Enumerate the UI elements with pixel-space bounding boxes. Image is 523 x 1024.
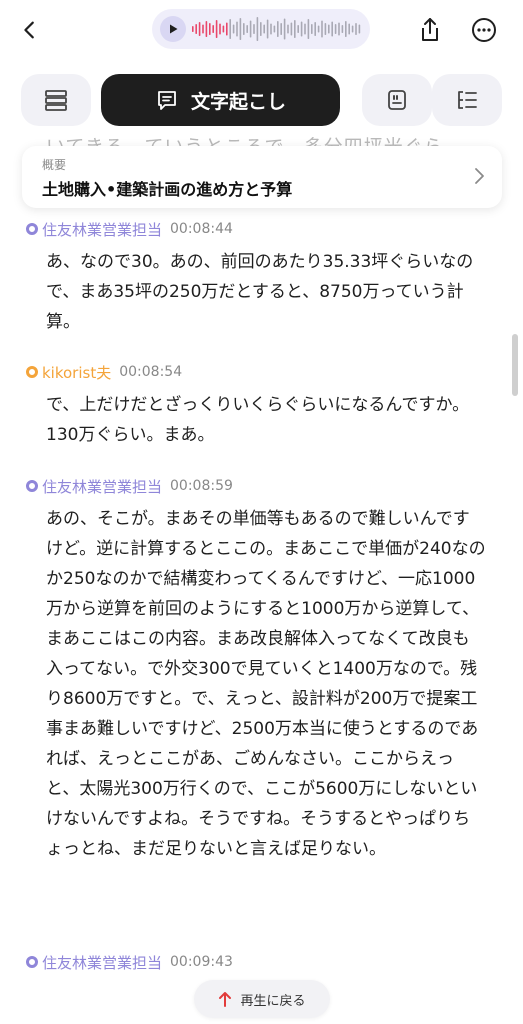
more-button[interactable] (466, 12, 502, 48)
speaker-line[interactable]: 住友林業営業担当 00:08:59 (26, 476, 233, 496)
speaker-name: 住友林業営業担当 (42, 477, 163, 496)
list-icon (45, 90, 67, 111)
tab-outline[interactable] (432, 74, 502, 126)
tab-list[interactable] (21, 74, 91, 126)
summary-label: 概要 (42, 158, 67, 172)
outline-icon (458, 91, 477, 109)
speaker-line[interactable]: kikorist夫 00:08:54 (26, 362, 182, 382)
audio-player-pill[interactable] (152, 9, 370, 49)
speaker-dot (26, 480, 38, 492)
waveform-icon (192, 17, 361, 41)
return-to-playback-button[interactable]: 再生に戻る (194, 980, 330, 1018)
play-icon (170, 24, 178, 34)
scrollbar-thumb[interactable] (512, 334, 518, 396)
timestamp: 00:08:54 (119, 364, 183, 380)
view-tabs: 文字起こし (0, 74, 523, 126)
speaker-name: kikorist夫 (42, 363, 112, 382)
speaker-name: 住友林業営業担当 (42, 953, 163, 972)
utterance-text: あの、そこが。まあその単価等もあるので難しいんですけど。逆に計算するとここの。ま… (46, 509, 486, 859)
more-horizontal-icon (472, 18, 496, 42)
timestamp: 00:09:43 (170, 954, 233, 970)
arrow-up-icon (219, 992, 232, 1007)
timestamp: 00:08:59 (170, 478, 233, 494)
return-to-playback-label: 再生に戻る (240, 993, 306, 1009)
speaker-name: 住友林業営業担当 (42, 220, 163, 239)
play-button[interactable] (160, 16, 186, 42)
share-button[interactable] (412, 12, 448, 48)
tab-quotes[interactable] (362, 74, 432, 126)
speaker-line[interactable]: 住友林業営業担当 00:08:44 (26, 219, 233, 239)
speaker-line[interactable]: 住友林業営業担当 00:09:43 (26, 952, 233, 972)
timestamp: 00:08:44 (170, 221, 233, 237)
share-icon (422, 18, 438, 41)
transcript-entry: kikorist夫 00:08:54 で、上だけだとざっくりいくらぐらいになるん… (0, 362, 523, 452)
transcript-entry: 住友林業営業担当 00:08:59 あの、そこが。まあその単価等もあるので難しい… (0, 476, 523, 936)
back-button[interactable] (12, 12, 48, 48)
speaker-dot (26, 366, 38, 378)
transcript-entry: 住友林業営業担当 00:08:44 あ、なので30。あの、前回のあたり35.33… (0, 219, 523, 339)
tab-transcript-label: 文字起こし (190, 90, 286, 113)
summary-card[interactable]: 概要 土地購入•建築計画の進め方と予算 (22, 146, 502, 208)
chevron-right-icon (475, 168, 484, 184)
speaker-dot (26, 956, 38, 968)
chevron-left-icon (24, 21, 34, 39)
chat-bubble-icon (158, 91, 176, 110)
top-bar (0, 0, 523, 60)
utterance-text: で、上だけだとざっくりいくらぐらいになるんですか。130万ぐらい。まあ。 (46, 395, 470, 445)
tab-transcript[interactable]: 文字起こし (101, 74, 340, 126)
speaker-dot (26, 223, 38, 235)
quote-icon (388, 90, 406, 110)
transcript-view[interactable]: いてきる、ていうところで、多分四坪光ぐら 概要 土地購入•建築計画の進め方と予算… (0, 126, 523, 1024)
summary-title: 土地購入•建築計画の進め方と予算 (42, 180, 293, 199)
utterance-text: あ、なので30。あの、前回のあたり35.33坪ぐらいなので、まあ35坪の250万… (46, 252, 474, 332)
